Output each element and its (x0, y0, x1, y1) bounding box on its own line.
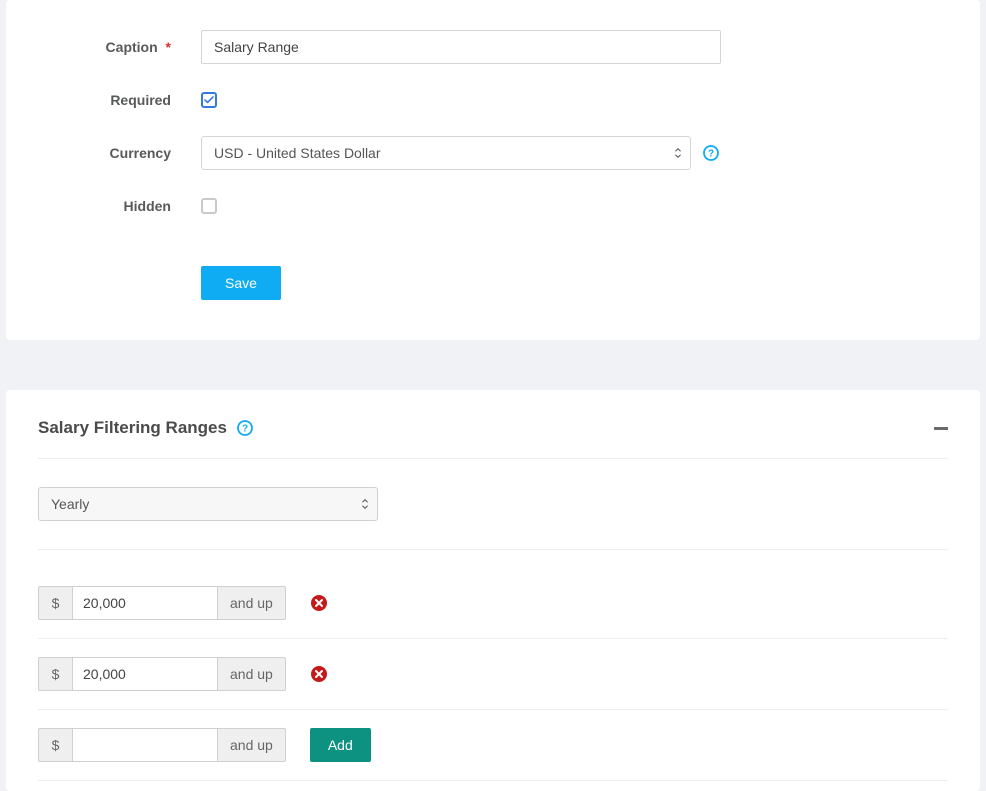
caption-label: Caption * (46, 39, 201, 55)
caption-row: Caption * (46, 30, 940, 64)
hidden-label: Hidden (46, 198, 201, 214)
required-star-icon: * (166, 39, 171, 55)
range-value-input[interactable] (72, 657, 218, 691)
help-circle-icon: ? (703, 145, 719, 161)
period-select-wrap: Yearly (38, 487, 378, 521)
range-value-input[interactable] (72, 728, 218, 762)
remove-icon[interactable] (310, 665, 328, 683)
required-label: Required (46, 92, 201, 108)
period-row: Yearly (38, 487, 948, 550)
caption-input[interactable] (201, 30, 721, 64)
required-row: Required (46, 92, 940, 108)
svg-text:?: ? (708, 149, 714, 160)
range-input-group: $ and up (38, 728, 286, 762)
and-up-suffix: and up (218, 728, 286, 762)
filtering-panel: Salary Filtering Ranges ? Yearly $ (6, 390, 980, 791)
currency-prefix: $ (38, 586, 72, 620)
filtering-help[interactable]: ? (237, 420, 253, 436)
range-row: $ and up Add (38, 710, 948, 781)
hidden-row: Hidden (46, 198, 940, 214)
currency-prefix: $ (38, 728, 72, 762)
currency-select-wrap: USD - United States Dollar (201, 136, 691, 170)
hidden-checkbox[interactable] (201, 198, 217, 214)
remove-icon[interactable] (310, 594, 328, 612)
add-button[interactable]: Add (310, 728, 371, 762)
range-input-group: $ and up (38, 657, 286, 691)
and-up-suffix: and up (218, 657, 286, 691)
and-up-suffix: and up (218, 586, 286, 620)
checkmark-icon (204, 96, 214, 104)
currency-select[interactable]: USD - United States Dollar (201, 136, 691, 170)
settings-panel: Caption * Required Currency USD - United… (6, 0, 980, 340)
currency-prefix: $ (38, 657, 72, 691)
currency-row: Currency USD - United States Dollar ? (46, 136, 940, 170)
section-header: Salary Filtering Ranges ? (38, 418, 948, 459)
section-title: Salary Filtering Ranges ? (38, 418, 253, 438)
range-row: $ and up (38, 639, 948, 710)
currency-help[interactable]: ? (703, 145, 719, 161)
required-checkbox[interactable] (201, 92, 217, 108)
period-select[interactable]: Yearly (38, 487, 378, 521)
range-row: $ and up (38, 568, 948, 639)
collapse-icon[interactable] (934, 427, 948, 430)
save-button[interactable]: Save (201, 266, 281, 300)
currency-label: Currency (46, 145, 201, 161)
svg-text:?: ? (242, 424, 248, 435)
range-value-input[interactable] (72, 586, 218, 620)
range-input-group: $ and up (38, 586, 286, 620)
help-circle-icon: ? (237, 420, 253, 436)
